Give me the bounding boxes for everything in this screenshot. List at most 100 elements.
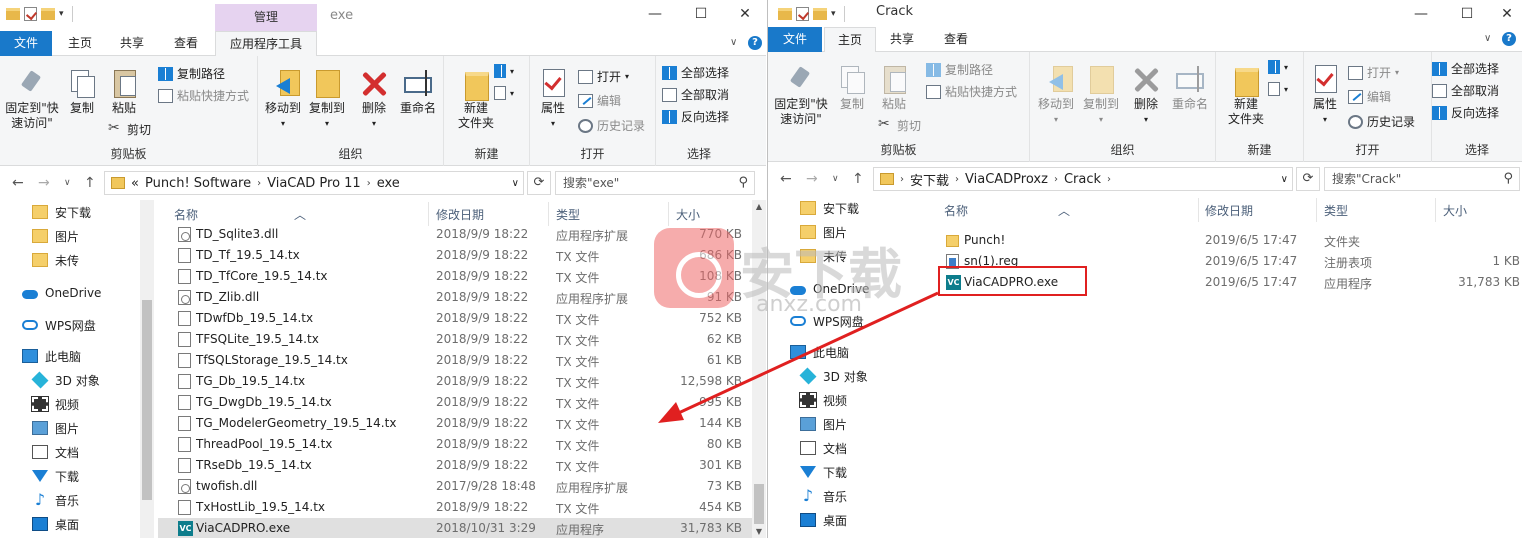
chevron-right-icon[interactable]: › (900, 174, 904, 185)
tab-share[interactable]: 共享 (108, 31, 156, 56)
scrollbar-thumb[interactable] (754, 484, 764, 524)
open-button[interactable]: 打开 ▾ (578, 68, 629, 85)
up-arrow-icon[interactable]: ↑ (84, 175, 96, 191)
column-size[interactable]: 大小 (676, 206, 700, 223)
delete-button[interactable]: 删除 ▾ (1128, 64, 1164, 127)
copy-to-button[interactable]: 复制到 ▾ (306, 68, 348, 131)
move-to-button[interactable]: 移动到 ▾ (1036, 64, 1076, 127)
breadcrumb-item[interactable]: ViaCAD Pro 11 (267, 176, 361, 191)
properties-check-icon[interactable] (24, 7, 37, 21)
nav-item-music[interactable]: ♪ 音乐 (800, 484, 847, 508)
up-arrow-icon[interactable]: ↑ (852, 171, 864, 187)
copy-button[interactable]: 复制 (64, 68, 100, 116)
rename-button[interactable]: 重命名 (1168, 64, 1212, 112)
column-type[interactable]: 类型 (556, 206, 580, 223)
nav-item-this-pc[interactable]: 此电脑 (22, 344, 81, 368)
tab-view[interactable]: 查看 (160, 31, 212, 56)
nav-item-downloads[interactable]: 下载 (32, 464, 79, 488)
tab-view[interactable]: 查看 (930, 27, 982, 52)
column-date[interactable]: 修改日期 (1205, 202, 1253, 219)
folder-icon[interactable] (6, 8, 20, 20)
properties-button[interactable]: 属性 ▾ (1308, 64, 1342, 127)
scroll-down-icon[interactable]: ▼ (752, 527, 766, 536)
nav-item-3d-objects[interactable]: 3D 对象 (31, 368, 100, 392)
nav-item-anxz[interactable]: 安下载 (800, 196, 859, 220)
address-box[interactable]: « Punch! Software › ViaCAD Pro 11 › exe ∨ (104, 171, 524, 195)
select-none-button[interactable]: 全部取消 (1432, 82, 1499, 99)
select-all-button[interactable]: 全部选择 (662, 64, 729, 81)
customize-dropdown-icon[interactable]: ▾ (831, 9, 836, 19)
nav-item-documents[interactable]: 文档 (800, 436, 847, 460)
refresh-button[interactable]: ⟳ (527, 171, 551, 195)
invert-selection-button[interactable]: 反向选择 (662, 108, 729, 125)
nav-item-3d-objects[interactable]: 3D 对象 (799, 364, 868, 388)
properties-check-icon[interactable] (796, 7, 809, 21)
table-row[interactable]: TG_Db_19.5_14.tx 2018/9/9 18:22 TX 文件 12,59… (158, 371, 752, 392)
edit-button[interactable]: 编辑 (1348, 88, 1391, 105)
nav-item-this-pc[interactable]: 此电脑 (790, 340, 849, 364)
new-item-button[interactable]: ▾ (494, 64, 514, 78)
minimize-button[interactable]: — (1398, 0, 1444, 28)
nav-item-wps[interactable]: WPS网盘 (22, 313, 96, 337)
scrollbar-thumb[interactable] (142, 300, 152, 500)
nav-item-pictures[interactable]: 图片 (800, 412, 847, 436)
chevron-right-icon[interactable]: › (257, 178, 261, 189)
search-input[interactable]: 搜索"exe" ⚲ (555, 171, 755, 195)
breadcrumb-item[interactable]: exe (377, 176, 400, 191)
minimize-button[interactable]: — (632, 0, 678, 28)
table-row[interactable]: ThreadPool_19.5_14.tx 2018/9/9 18:22 TX 文件… (158, 434, 752, 455)
breadcrumb-overflow[interactable]: « (131, 176, 139, 191)
new-item-button[interactable]: ▾ (1268, 60, 1288, 74)
new-folder-button[interactable]: 新建 文件夹 (1220, 64, 1272, 127)
table-row[interactable]: TG_DwgDb_19.5_14.tx 2018/9/9 18:22 TX 文件 99… (158, 392, 752, 413)
tab-home[interactable]: 主页 (56, 31, 104, 56)
customize-dropdown-icon[interactable]: ▾ (59, 9, 64, 19)
paste-button[interactable]: 粘贴 (876, 64, 912, 112)
maximize-button[interactable]: ☐ (678, 0, 724, 28)
copy-to-button[interactable]: 复制到 ▾ (1080, 64, 1122, 127)
breadcrumb-item[interactable]: Punch! Software (145, 176, 251, 191)
history-button[interactable]: 历史记录 (1348, 113, 1415, 130)
chevron-down-icon[interactable]: ∨ (1484, 33, 1491, 44)
chevron-right-icon[interactable]: › (367, 178, 371, 189)
refresh-button[interactable]: ⟳ (1296, 167, 1320, 191)
help-icon[interactable]: ? (748, 36, 762, 50)
history-button[interactable]: 历史记录 (578, 117, 645, 134)
column-type[interactable]: 类型 (1324, 202, 1348, 219)
invert-selection-button[interactable]: 反向选择 (1432, 104, 1499, 121)
recent-chevron-icon[interactable]: ∨ (832, 174, 839, 184)
table-row[interactable]: TFSQLite_19.5_14.tx 2018/9/9 18:22 TX 文件 62… (158, 329, 752, 350)
copy-path-button[interactable]: 复制路径 (926, 61, 993, 78)
column-date[interactable]: 修改日期 (436, 206, 484, 223)
rename-button[interactable]: 重命名 (396, 68, 440, 116)
close-button[interactable]: ✕ (1484, 0, 1522, 28)
select-all-button[interactable]: 全部选择 (1432, 60, 1499, 77)
pin-quick-access-button[interactable]: 固定到"快 速访问" (772, 64, 830, 127)
edit-button[interactable]: 编辑 (578, 92, 621, 109)
paste-button[interactable]: 粘贴 (106, 68, 142, 116)
nav-item-documents[interactable]: 文档 (32, 440, 79, 464)
cut-button[interactable]: 剪切 (108, 120, 151, 138)
table-row[interactable]: TfSQLStorage_19.5_14.tx 2018/9/9 18:22 TX … (158, 350, 752, 371)
pin-quick-access-button[interactable]: 固定到"快 速访问" (4, 68, 60, 131)
nav-item-pictures-pinned[interactable]: 图片 (32, 224, 79, 248)
column-name[interactable]: 名称 (174, 206, 198, 223)
back-arrow-icon[interactable]: ← (12, 175, 24, 191)
recent-chevron-icon[interactable]: ∨ (64, 178, 71, 188)
select-none-button[interactable]: 全部取消 (662, 86, 729, 103)
open-button[interactable]: 打开 ▾ (1348, 64, 1399, 81)
forward-arrow-icon[interactable]: → (38, 175, 50, 191)
tab-file[interactable]: 文件 (768, 27, 822, 52)
table-row[interactable]: Punch! 2019/6/5 17:47 文件夹 (938, 230, 1522, 251)
search-input[interactable]: 搜索"Crack" ⚲ (1324, 167, 1520, 191)
forward-arrow-icon[interactable]: → (806, 171, 818, 187)
context-tab-manage[interactable]: 管理 (215, 4, 317, 31)
chevron-right-icon[interactable]: › (955, 174, 959, 185)
new-folder-icon[interactable] (41, 8, 55, 20)
nav-item-videos[interactable]: 视频 (799, 388, 847, 412)
paste-shortcut-button[interactable]: 粘贴快捷方式 (926, 83, 1017, 100)
cut-button[interactable]: 剪切 (878, 116, 921, 134)
nav-item-desktop[interactable]: 桌面 (800, 508, 847, 532)
nav-item-music[interactable]: ♪ 音乐 (32, 488, 79, 512)
tab-home[interactable]: 主页 (824, 27, 876, 53)
